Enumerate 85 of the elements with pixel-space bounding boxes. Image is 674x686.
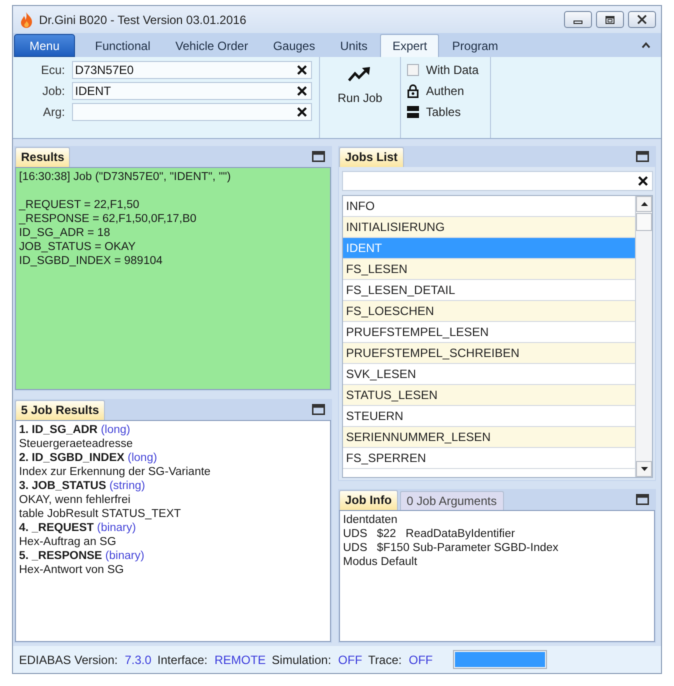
menu-button[interactable]: Menu <box>14 34 75 57</box>
result-heading: 2. ID_SGBD_INDEX (long) <box>19 451 158 465</box>
result-description: Hex-Auftrag an SG <box>19 535 118 549</box>
clear-icon[interactable] <box>297 86 307 96</box>
result-line: [16:30:38] Job ("D73N57E0", "IDENT", "") <box>19 170 232 184</box>
checkbox-icon[interactable] <box>407 64 419 76</box>
minimize-button[interactable] <box>564 11 592 28</box>
tables-button[interactable]: Tables <box>407 103 463 121</box>
maximize-button[interactable] <box>596 11 624 28</box>
ribbon-tab[interactable]: Program <box>440 34 510 57</box>
caret-up-icon[interactable] <box>641 41 651 49</box>
text-field[interactable]: IDENT <box>72 82 312 100</box>
scroll-up-button[interactable] <box>636 196 652 212</box>
panel-title: 5 Job Results <box>15 400 106 420</box>
trend-arrow-icon <box>348 67 372 82</box>
scroll-down-icon <box>640 467 648 471</box>
info-line: Identdaten <box>343 513 398 527</box>
info-line: UDS $F150 Sub-Parameter SGBD-Index <box>343 541 560 555</box>
ribbon-tab[interactable]: Expert <box>380 34 440 57</box>
status-label: Interface: <box>157 652 208 668</box>
close-icon <box>637 15 647 24</box>
result-line: JOB_STATUS = OKAY <box>19 240 137 254</box>
search-field[interactable] <box>342 171 653 191</box>
clear-icon[interactable] <box>297 107 307 117</box>
panel-tab[interactable]: 0 Job Arguments <box>400 491 504 510</box>
result-heading: 4. _REQUEST (binary) <box>19 521 137 535</box>
scroll-up-icon <box>640 202 648 206</box>
with-data-checkbox[interactable]: With Data <box>407 61 481 79</box>
clear-icon[interactable] <box>638 176 648 186</box>
panel-title: Jobs List <box>339 147 404 167</box>
job-list-item[interactable]: FS_LOESCHEN <box>343 301 635 322</box>
result-line: _RESPONSE = 62,F1,50,0F,17,B0 <box>19 212 198 226</box>
maximize-icon[interactable] <box>312 404 325 415</box>
result-heading: 3. JOB_STATUS (string) <box>19 479 146 493</box>
authen-button[interactable]: Authen <box>407 82 466 100</box>
job-list-item[interactable]: INITIALISIERUNG <box>343 217 635 238</box>
text-field[interactable] <box>72 103 312 121</box>
result-description: table JobResult STATUS_TEXT <box>19 507 182 521</box>
job-list-item[interactable]: PRUEFSTEMPEL_SCHREIBEN <box>343 343 635 364</box>
status-value: OFF <box>338 652 362 668</box>
result-description: Hex-Antwort von SG <box>19 563 125 577</box>
field-label: Ecu: <box>40 62 65 79</box>
text-field[interactable]: D73N57E0 <box>72 61 312 79</box>
table-icon <box>407 106 419 118</box>
clear-icon[interactable] <box>297 65 307 75</box>
scrollbar-thumb[interactable] <box>636 213 652 231</box>
scrollbar[interactable] <box>635 196 652 477</box>
ribbon-tab[interactable]: Functional <box>83 34 162 57</box>
status-value: REMOTE <box>214 652 266 668</box>
job-list-item[interactable]: SERIENNUMMER_LESEN <box>343 427 635 448</box>
close-button[interactable] <box>628 11 656 28</box>
ribbon-tab[interactable]: Vehicle Order <box>163 34 260 57</box>
status-value: OFF <box>408 652 433 668</box>
maximize-icon[interactable] <box>312 151 325 162</box>
panel-tab[interactable]: Job Info <box>339 490 398 510</box>
run-job-button[interactable]: Run Job <box>334 63 386 111</box>
status-label: EDIABAS Version: <box>19 652 118 668</box>
job-list-item[interactable]: FS_SPERREN <box>343 448 635 469</box>
scroll-down-button[interactable] <box>636 461 652 477</box>
panel-title: Results <box>15 147 70 167</box>
maximize-icon[interactable] <box>636 151 649 162</box>
flame-icon <box>20 12 33 28</box>
field-label: Arg: <box>42 104 65 121</box>
job-list-item[interactable]: FS_LESEN <box>343 259 635 280</box>
maximize-icon <box>605 16 615 24</box>
status-label: Simulation: <box>272 652 332 668</box>
result-description: Index zur Erkennung der SG-Variante <box>19 465 212 479</box>
job-list-item[interactable]: STATUS_LESEN <box>343 385 635 406</box>
result-line: ID_SGBD_INDEX = 989104 <box>19 254 164 268</box>
result-heading: 1. ID_SG_ADR (long) <box>19 423 132 437</box>
field-label: Job: <box>41 83 65 100</box>
ribbon-tab[interactable]: Units <box>328 34 380 57</box>
result-description: Steuergeraeteadresse <box>19 437 134 451</box>
maximize-icon[interactable] <box>636 494 649 505</box>
ribbon-tab[interactable]: Gauges <box>261 34 328 57</box>
window-title: Dr.Gini B020 - Test Version 03.01.2016 <box>39 12 246 28</box>
result-heading: 5. _RESPONSE (binary) <box>19 549 146 563</box>
info-line: Modus Default <box>343 555 418 569</box>
status-value: 7.3.0 <box>124 652 152 668</box>
info-line: UDS $22 ReadDataByIdentifier <box>343 527 516 541</box>
result-description: OKAY, wenn fehlerfrei <box>19 493 132 507</box>
result-line: ID_SG_ADR = 18 <box>19 226 112 240</box>
result-line: _REQUEST = 22,F1,50 <box>19 198 140 212</box>
lock-icon <box>407 84 419 98</box>
status-label: Trace: <box>368 652 402 668</box>
